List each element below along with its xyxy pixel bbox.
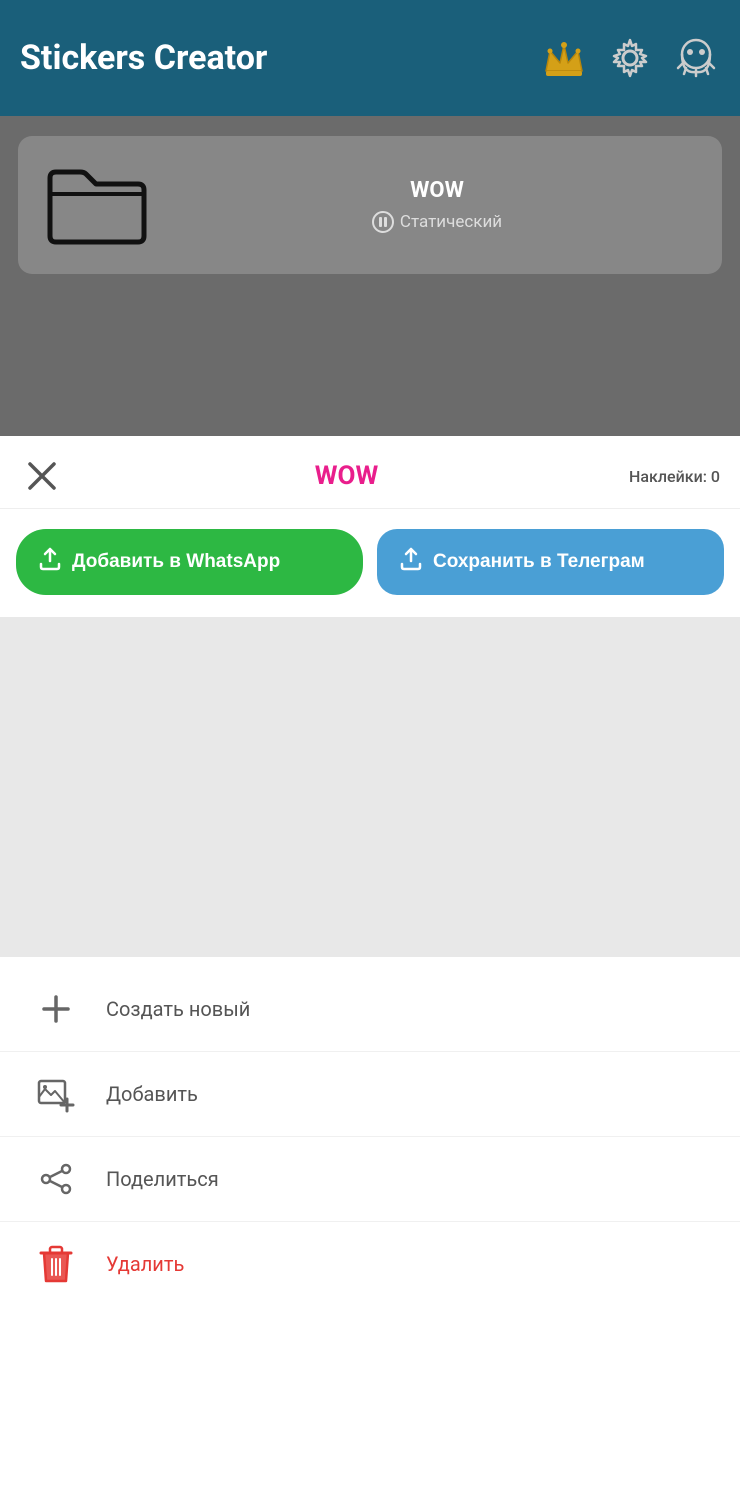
sticker-count-label: Наклейки: 0 bbox=[629, 467, 720, 486]
settings-icon[interactable] bbox=[606, 34, 654, 82]
pack-info: WOW Статический bbox=[176, 178, 698, 233]
pack-area: WOW Статический bbox=[0, 116, 740, 436]
app-header: Stickers Creator bbox=[0, 0, 740, 116]
buttons-row: Добавить в WhatsApp Сохранить в Телеграм bbox=[0, 509, 740, 617]
folder-icon bbox=[42, 158, 152, 252]
pack-title-label: WOW bbox=[64, 461, 629, 491]
menu-item-add[interactable]: Добавить bbox=[0, 1052, 740, 1137]
crown-icon[interactable] bbox=[540, 34, 588, 82]
add-to-whatsapp-button[interactable]: Добавить в WhatsApp bbox=[16, 529, 363, 595]
header-icons bbox=[540, 34, 720, 82]
app-title: Stickers Creator bbox=[20, 38, 540, 78]
menu-item-create-new[interactable]: Создать новый bbox=[0, 967, 740, 1052]
profile-icon[interactable] bbox=[672, 34, 720, 82]
whatsapp-button-label: Добавить в WhatsApp bbox=[72, 551, 280, 573]
whatsapp-upload-icon bbox=[38, 547, 62, 577]
pack-card[interactable]: WOW Статический bbox=[18, 136, 722, 274]
save-to-telegram-button[interactable]: Сохранить в Телеграм bbox=[377, 529, 724, 595]
trash-icon bbox=[36, 1244, 76, 1284]
share-label: Поделиться bbox=[106, 1167, 219, 1191]
menu-item-share[interactable]: Поделиться bbox=[0, 1137, 740, 1222]
pack-type-label: Статический bbox=[400, 212, 502, 232]
plus-icon bbox=[36, 989, 76, 1029]
pack-type-row: Статический bbox=[372, 211, 502, 233]
menu-list: Создать новый Добавить bbox=[0, 957, 740, 1316]
action-bar: WOW Наклейки: 0 bbox=[0, 436, 740, 509]
share-icon bbox=[36, 1159, 76, 1199]
menu-item-delete[interactable]: Удалить bbox=[0, 1222, 740, 1306]
image-plus-icon bbox=[36, 1074, 76, 1114]
telegram-button-label: Сохранить в Телеграм bbox=[433, 551, 645, 573]
add-label: Добавить bbox=[106, 1082, 198, 1106]
pack-name-label: WOW bbox=[410, 178, 464, 203]
create-new-label: Создать новый bbox=[106, 997, 250, 1021]
close-button[interactable] bbox=[20, 454, 64, 498]
stickers-area bbox=[0, 617, 740, 957]
delete-label: Удалить bbox=[106, 1252, 184, 1276]
telegram-upload-icon bbox=[399, 547, 423, 577]
